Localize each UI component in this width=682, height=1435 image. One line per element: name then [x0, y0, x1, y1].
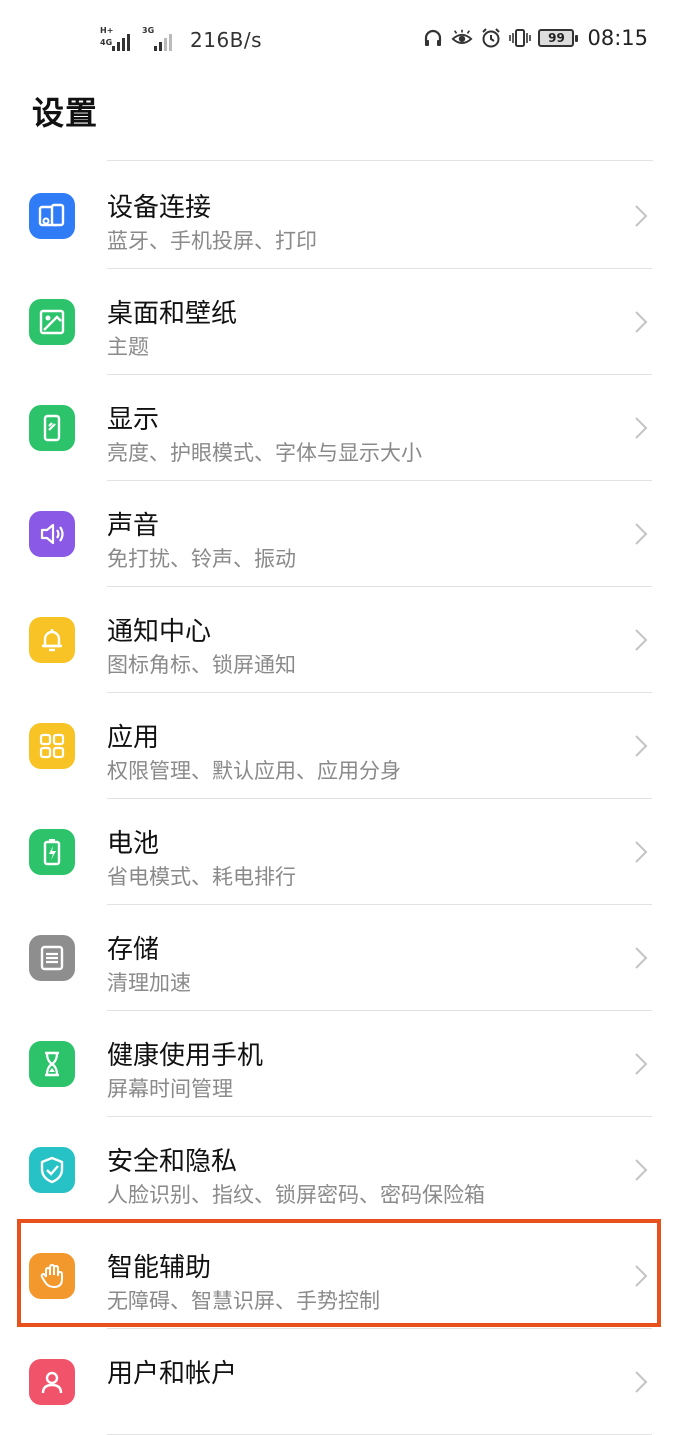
list-top-divider [107, 160, 653, 161]
page-title: 设置 [32, 94, 99, 132]
settings-item-title: 用户和帐户 [107, 1359, 238, 1389]
network-speed: 216B/s [190, 28, 263, 52]
settings-item-12[interactable]: 用户和帐户 [0, 1329, 682, 1435]
chevron-right-icon [635, 417, 648, 439]
settings-item-7[interactable]: 电池省电模式、耗电排行 [0, 799, 682, 905]
battery-icon: 99 [538, 29, 579, 47]
settings-item-1[interactable]: 设备连接蓝牙、手机投屏、打印 [0, 163, 682, 269]
user-icon [29, 1359, 75, 1405]
eye-comfort-icon [451, 27, 474, 49]
display-icon [29, 405, 75, 451]
chevron-right-icon [635, 1159, 648, 1181]
settings-item-title: 桌面和壁纸 [107, 299, 238, 329]
settings-item-subtitle: 免打扰、铃声、振动 [107, 547, 296, 571]
wallpaper-icon [29, 299, 75, 345]
network-type-label-2: 4G [100, 38, 113, 47]
settings-item-subtitle: 主题 [107, 335, 149, 359]
chevron-right-icon [635, 311, 648, 333]
bell-icon [29, 617, 75, 663]
chevron-right-icon [635, 841, 648, 863]
settings-item-title: 通知中心 [107, 617, 212, 647]
apps-icon [29, 723, 75, 769]
settings-item-title: 设备连接 [107, 193, 212, 223]
settings-item-3[interactable]: 显示亮度、护眼模式、字体与显示大小 [0, 375, 682, 481]
chevron-right-icon [635, 523, 648, 545]
settings-item-title: 显示 [107, 405, 160, 435]
settings-item-title: 应用 [107, 723, 160, 753]
status-bar-left: H+ 4G 3G 216B/s [100, 26, 263, 53]
settings-item-subtitle: 蓝牙、手机投屏、打印 [107, 229, 317, 253]
settings-item-title: 声音 [107, 511, 160, 541]
device-connection-icon [29, 193, 75, 239]
settings-item-subtitle: 人脸识别、指纹、锁屏密码、密码保险箱 [107, 1183, 485, 1207]
network-type-label-sim2: 3G [142, 26, 155, 35]
shield-icon [29, 1147, 75, 1193]
chevron-right-icon [635, 735, 648, 757]
sound-icon [29, 511, 75, 557]
alarm-icon [480, 27, 502, 49]
settings-item-subtitle: 省电模式、耗电排行 [107, 865, 296, 889]
settings-item-8[interactable]: 存储 清理加速 [0, 905, 682, 1011]
signal-sim1-icon: H+ 4G [100, 27, 132, 51]
settings-item-10[interactable]: 安全和隐私人脸识别、指纹、锁屏密码、密码保险箱 [0, 1117, 682, 1223]
storage-icon [29, 935, 75, 981]
signal-sim2-icon: 3G [142, 26, 174, 51]
chevron-right-icon [635, 629, 648, 651]
settings-item-9[interactable]: 健康使用手机屏幕时间管理 [0, 1011, 682, 1117]
settings-item-title: 电池 [107, 829, 160, 859]
settings-item-subtitle: 清理加速 [107, 971, 191, 995]
clock: 08:15 [587, 26, 648, 50]
chevron-right-icon [635, 1053, 648, 1075]
settings-item-5[interactable]: 通知中心图标角标、锁屏通知 [0, 587, 682, 693]
settings-item-subtitle: 亮度、护眼模式、字体与显示大小 [107, 441, 422, 465]
vibrate-icon [509, 27, 532, 49]
settings-item-title: 健康使用手机 [107, 1041, 264, 1071]
headset-icon [422, 27, 444, 49]
chevron-right-icon [635, 947, 648, 969]
settings-item-subtitle: 图标角标、锁屏通知 [107, 653, 296, 677]
settings-item-title: 存储 [107, 935, 160, 965]
settings-item-4[interactable]: 声音免打扰、铃声、振动 [0, 481, 682, 587]
settings-item-2[interactable]: 桌面和壁纸 主题 [0, 269, 682, 375]
hourglass-icon [29, 1041, 75, 1087]
settings-item-subtitle: 屏幕时间管理 [107, 1077, 233, 1101]
settings-item-subtitle: 权限管理、默认应用、应用分身 [107, 759, 401, 783]
settings-item-title: 安全和隐私 [107, 1147, 238, 1177]
highlight-box [17, 1219, 661, 1327]
status-bar: H+ 4G 3G 216B/s 99 08:15 [0, 0, 682, 80]
status-bar-right: 99 08:15 [422, 26, 648, 50]
battery-icon [29, 829, 75, 875]
settings-item-6[interactable]: 应用权限管理、默认应用、应用分身 [0, 693, 682, 799]
chevron-right-icon [635, 205, 648, 227]
